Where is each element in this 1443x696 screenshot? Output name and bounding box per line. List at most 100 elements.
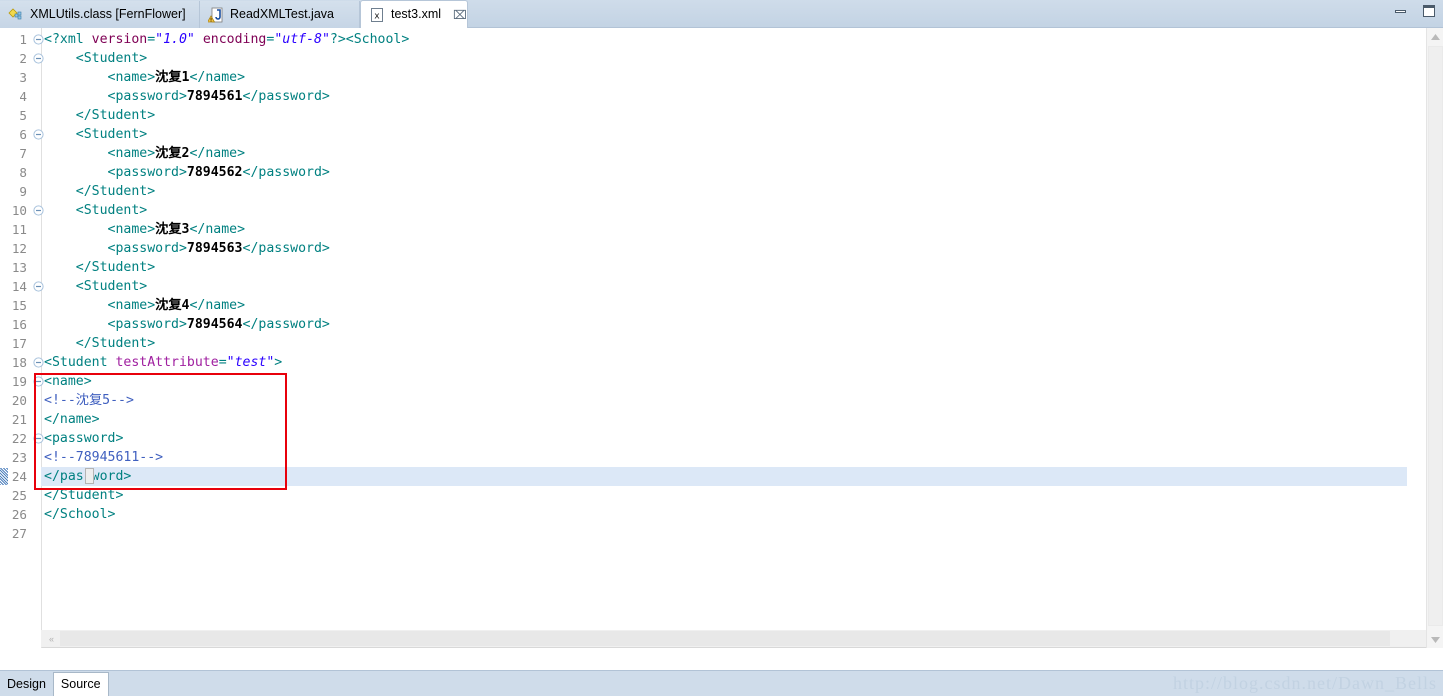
code-line: </Student> [44, 182, 1407, 201]
code-line: <name> [44, 372, 1407, 391]
line-number: 13 [11, 260, 27, 275]
line-number: 20 [11, 393, 27, 408]
code-token: <name> [44, 70, 156, 85]
code-token: </name> [189, 222, 246, 237]
scroll-down-arrow[interactable] [1427, 631, 1443, 648]
editor-tab-test3-xml[interactable]: x test3.xml ⌧ [360, 0, 468, 28]
editor-tab-label: ReadXMLTest.java [230, 7, 334, 22]
code-token: <password> [44, 317, 187, 332]
class-file-icon [8, 7, 24, 23]
line-number: 7 [19, 146, 27, 161]
code-line: <Student> [44, 277, 1407, 296]
code-token: </Student> [44, 260, 156, 275]
line-number: 19 [11, 374, 27, 389]
code-line: <name>沈复3</name> [44, 220, 1407, 239]
code-token: = [147, 32, 156, 47]
code-token: <Student> [44, 203, 148, 218]
tab-design[interactable]: Design [0, 674, 53, 694]
code-token: <password> [44, 431, 124, 446]
vertical-scroll-thumb[interactable] [1428, 46, 1443, 626]
code-line: <name>沈复2</name> [44, 144, 1407, 163]
code-token: "1.0" [155, 32, 195, 47]
horizontal-scrollbar[interactable]: « [41, 630, 1426, 647]
code-line: <Student> [44, 201, 1407, 220]
line-number: 18 [11, 355, 27, 370]
code-token: encoding [202, 32, 267, 47]
code-token: 7894563 [186, 241, 243, 256]
editor-tab-readxmltest-java[interactable]: ReadXMLTest.java [200, 1, 360, 28]
code-line: </Student> [44, 106, 1407, 125]
code-token: <Student> [44, 127, 148, 142]
code-line: </Student> [44, 258, 1407, 277]
code-token: <School> [345, 32, 410, 47]
line-number: 27 [11, 526, 27, 541]
code-token: </Student> [44, 336, 156, 351]
line-number: 5 [19, 108, 27, 123]
code-line: <name>沈复1</name> [44, 68, 1407, 87]
scroll-left-arrow[interactable]: « [43, 630, 60, 647]
code-token: </password> [242, 241, 330, 256]
code-token: 7894561 [186, 89, 243, 104]
code-token: </Student> [44, 184, 156, 199]
line-number: 10 [11, 203, 27, 218]
code-token: <name> [44, 374, 92, 389]
code-token: <password> [44, 241, 187, 256]
code-line: <Student> [44, 125, 1407, 144]
code-token: testAttribute [115, 355, 219, 370]
code-token: </name> [189, 70, 246, 85]
code-token: 沈复2 [155, 146, 190, 161]
line-number: 3 [19, 70, 27, 85]
svg-text:x: x [374, 11, 380, 21]
editor-tab-label: XMLUtils.class [FernFlower] [30, 7, 186, 22]
code-line: <password>7894563</password> [44, 239, 1407, 258]
code-line: </School> [44, 505, 1407, 524]
code-token: </Student> [44, 488, 124, 503]
code-line: <Student> [44, 49, 1407, 68]
code-token: </password> [242, 165, 330, 180]
line-number: 21 [11, 412, 27, 427]
editor-view-tab-bar: Design Source http://blog.csdn.net/Dawn_… [0, 670, 1443, 696]
window-controls [1393, 4, 1437, 18]
code-line: </Student> [44, 486, 1407, 505]
line-number: 14 [11, 279, 27, 294]
code-token: = [218, 355, 227, 370]
close-icon[interactable]: ⌧ [453, 9, 467, 21]
scroll-up-arrow[interactable] [1427, 28, 1443, 45]
code-line: </name> [44, 410, 1407, 429]
line-number: 8 [19, 165, 27, 180]
code-token: </Student> [44, 108, 156, 123]
tab-source[interactable]: Source [52, 672, 109, 696]
code-line: <password> [44, 429, 1407, 448]
code-line: <?xml version="1.0" encoding="utf-8"?><S… [44, 30, 1407, 49]
code-token: <name> [44, 146, 156, 161]
code-token: </password> [242, 317, 330, 332]
line-number: 6 [19, 127, 27, 142]
horizontal-scroll-thumb[interactable] [60, 631, 1390, 646]
source-editor[interactable]: 1 2 3 4 5 6 7 8 9 10 11 12 13 14 15 16 17 18 19 20 21 22 23 24 2… [0, 28, 1443, 648]
change-marker [0, 468, 8, 485]
code-line: <password>7894562</password> [44, 163, 1407, 182]
editor-tab-xmlutils-class[interactable]: XMLUtils.class [FernFlower] [0, 1, 200, 28]
code-token: > [274, 355, 283, 370]
code-token: <password> [44, 165, 187, 180]
eclipse-xml-editor-window: XMLUtils.class [FernFlower] ReadXMLTest.… [0, 0, 1443, 696]
code-content[interactable]: <?xml version="1.0" encoding="utf-8"?><S… [41, 28, 1407, 648]
code-token: <!--沈复5--> [44, 393, 134, 408]
code-token: version [91, 32, 148, 47]
line-number: 11 [11, 222, 27, 237]
line-number: 26 [11, 507, 27, 522]
code-line: <Student testAttribute="test"> [44, 353, 1407, 372]
code-line: <name>沈复4</name> [44, 296, 1407, 315]
code-token: <Student> [44, 279, 148, 294]
code-token: </name> [189, 146, 246, 161]
maximize-button[interactable] [1421, 4, 1437, 18]
minimize-button[interactable] [1393, 4, 1409, 18]
vertical-scrollbar[interactable] [1426, 28, 1443, 648]
xml-file-icon: x [369, 7, 385, 23]
code-token: <Student> [44, 51, 148, 66]
code-token: </name> [189, 298, 246, 313]
code-line: <!--沈复5--> [44, 391, 1407, 410]
line-number: 12 [11, 241, 27, 256]
